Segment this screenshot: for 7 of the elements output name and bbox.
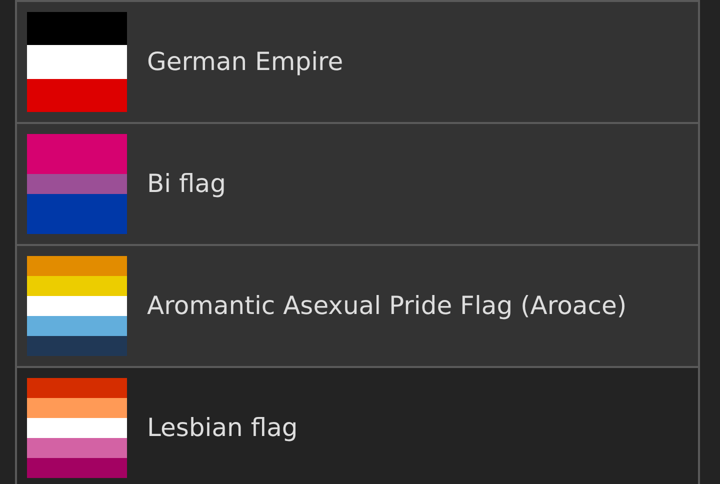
item-label: Aromantic Asexual Pride Flag (Aroace) (147, 290, 627, 322)
list-item[interactable]: Aromantic Asexual Pride Flag (Aroace) (17, 244, 698, 366)
list-item[interactable]: Bi flag (17, 122, 698, 244)
item-label: Lesbian flag (147, 412, 298, 444)
list-item[interactable]: German Empire (17, 0, 698, 122)
item-label: Bi flag (147, 168, 226, 200)
item-label: German Empire (147, 46, 344, 78)
